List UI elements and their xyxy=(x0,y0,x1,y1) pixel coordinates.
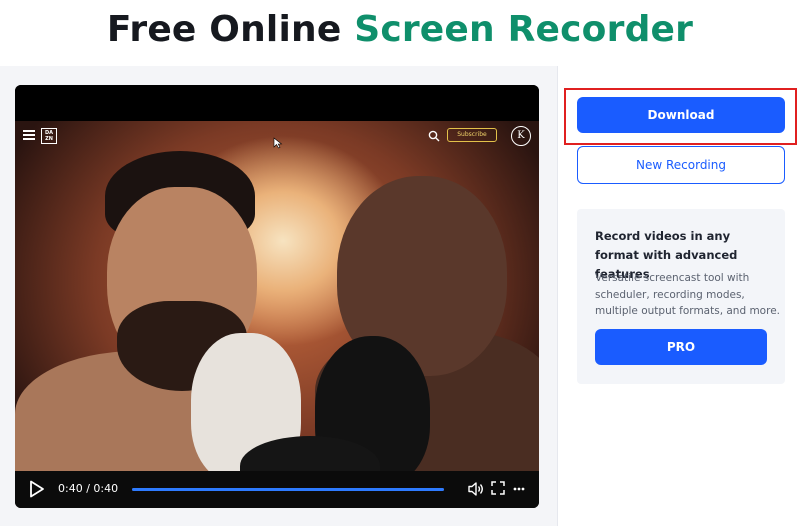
page-title-part-1: Free Online xyxy=(106,9,342,50)
fullscreen-icon[interactable] xyxy=(491,481,505,495)
search-icon[interactable] xyxy=(428,130,440,142)
mouse-cursor-icon xyxy=(273,137,283,149)
page-header: Free Online Screen Recorder xyxy=(0,0,800,66)
new-recording-button[interactable]: New Recording xyxy=(577,146,785,184)
player-controls: 0:40 / 0:40 xyxy=(15,471,539,508)
volume-icon[interactable] xyxy=(468,481,484,497)
progress-fill xyxy=(132,488,444,491)
avatar[interactable]: K xyxy=(511,126,531,146)
download-button[interactable]: Download xyxy=(577,97,785,133)
video-player[interactable]: DA ZN Subscribe K 0:40 / 0:40 xyxy=(15,85,539,508)
progress-bar[interactable] xyxy=(132,488,444,491)
player-top-bar xyxy=(15,85,539,121)
play-icon[interactable] xyxy=(29,480,45,498)
more-options-icon[interactable] xyxy=(513,481,525,497)
page-title-part-2: Screen Recorder xyxy=(354,9,694,50)
pro-button[interactable]: PRO xyxy=(595,329,767,365)
streaming-logo: DA ZN xyxy=(41,128,57,144)
page-title: Free Online Screen Recorder xyxy=(0,7,800,53)
promo-description: Versatile screencast tool with scheduler… xyxy=(595,272,780,317)
pro-promo-card: Record videos in any format with advance… xyxy=(577,209,785,384)
subscribe-button[interactable]: Subscribe xyxy=(447,128,497,142)
time-display: 0:40 / 0:40 xyxy=(58,482,119,495)
video-frame[interactable]: DA ZN Subscribe K xyxy=(15,121,539,471)
menu-icon[interactable] xyxy=(23,130,35,140)
